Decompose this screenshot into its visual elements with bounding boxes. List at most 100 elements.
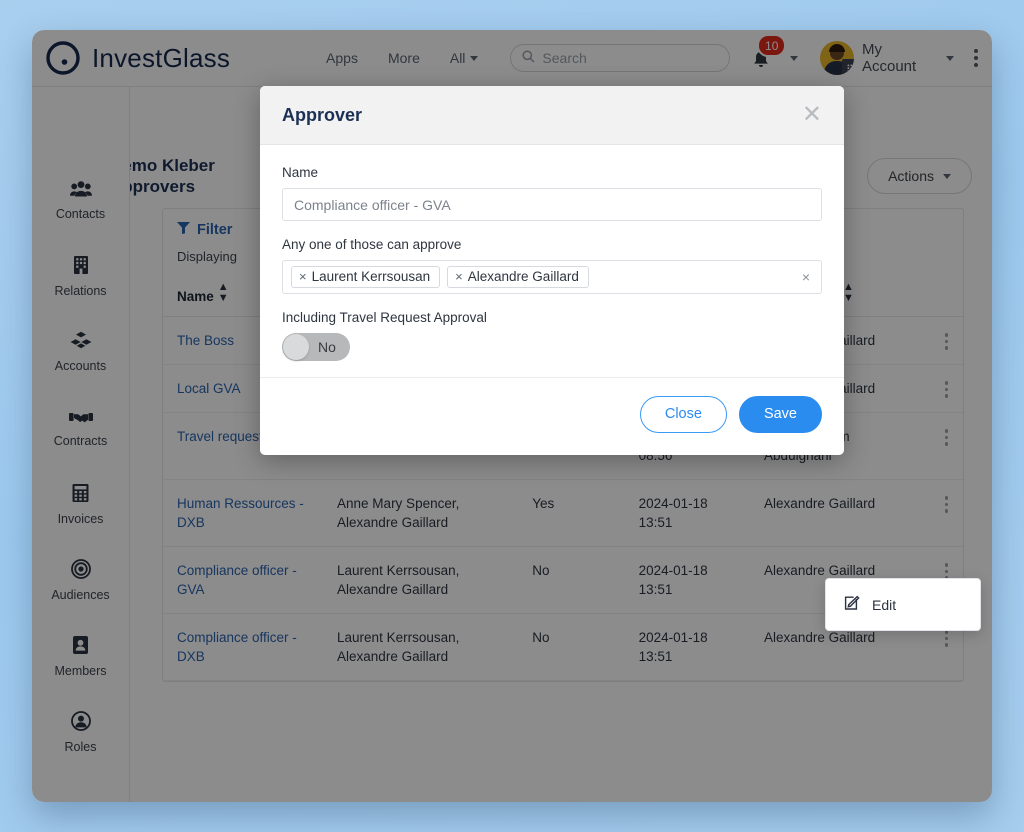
roles-icon xyxy=(71,711,91,731)
cell-travel: No xyxy=(518,547,624,614)
actions-button[interactable]: Actions xyxy=(867,158,972,194)
investglass-logo-icon xyxy=(44,39,82,77)
sidebar-item-roles[interactable]: Roles xyxy=(32,706,129,758)
screenshot-root: InvestGlass Apps More All Search xyxy=(0,0,1024,832)
column-label: Name xyxy=(177,289,214,304)
account-menu[interactable]: My Account xyxy=(820,41,954,75)
close-icon[interactable]: ✕ xyxy=(802,103,822,127)
toggle-state-label: No xyxy=(318,339,336,355)
approvers-field-group: Any one of those can approve × Laurent K… xyxy=(282,237,822,294)
scope-selector-label: All xyxy=(450,50,466,66)
row-overflow-menu-icon[interactable] xyxy=(936,331,957,350)
cell-row-menu[interactable] xyxy=(922,480,963,547)
cell-name[interactable]: Compliance officer - DXB xyxy=(163,614,323,681)
sidebar: Contacts Relations xyxy=(32,86,130,802)
sidebar-item-label: Invoices xyxy=(58,512,104,526)
cell-row-menu[interactable] xyxy=(922,317,963,365)
top-bar: InvestGlass Apps More All Search xyxy=(32,30,992,87)
cell-approvers: Laurent Kerrsousan, Alexandre Gaillard xyxy=(323,547,518,614)
row-context-menu: Edit xyxy=(825,578,981,631)
row-name-link[interactable]: Compliance officer - GVA xyxy=(177,563,297,597)
approver-tag[interactable]: × Laurent Kerrsousan xyxy=(291,266,440,288)
row-name-link[interactable]: Local GVA xyxy=(177,381,241,396)
contracts-icon xyxy=(69,409,93,425)
scope-selector[interactable]: All xyxy=(450,50,479,66)
remove-tag-icon[interactable]: × xyxy=(299,269,307,284)
modal-footer: Close Save xyxy=(260,377,844,455)
browser-window: InvestGlass Apps More All Search xyxy=(32,30,992,802)
toggle-knob xyxy=(283,334,309,360)
cell-row-menu[interactable] xyxy=(922,413,963,480)
approver-tag[interactable]: × Alexandre Gaillard xyxy=(447,266,589,288)
cell-modified: 2024-01-18 13:51 xyxy=(625,480,750,547)
cell-travel: Yes xyxy=(518,480,624,547)
row-name-link[interactable]: Travel request xyxy=(177,429,263,444)
name-input-value: Compliance officer - GVA xyxy=(294,197,451,213)
notifications-button[interactable]: 10 xyxy=(752,44,774,72)
sidebar-item-label: Audiences xyxy=(51,588,109,602)
row-overflow-menu-icon[interactable] xyxy=(936,494,957,513)
nav-item-apps[interactable]: Apps xyxy=(326,50,358,66)
context-menu-item-edit[interactable]: Edit xyxy=(826,591,980,618)
travel-approval-field-group: Including Travel Request Approval No xyxy=(282,310,822,361)
row-name-link[interactable]: Human Ressources - DXB xyxy=(177,496,304,530)
cell-travel: No xyxy=(518,614,624,681)
cell-name[interactable]: Human Ressources - DXB xyxy=(163,480,323,547)
filter-button[interactable]: Filter xyxy=(177,222,232,238)
cell-approvers: Anne Mary Spencer, Alexandre Gaillard xyxy=(323,480,518,547)
approvers-tag-input[interactable]: × Laurent Kerrsousan × Alexandre Gaillar… xyxy=(282,260,822,294)
context-menu-item-label: Edit xyxy=(872,597,896,613)
modal-body: Name Compliance officer - GVA Any one of… xyxy=(260,145,844,361)
nav-item-more[interactable]: More xyxy=(388,50,420,66)
top-overflow-menu-button[interactable] xyxy=(974,49,978,67)
save-button[interactable]: Save xyxy=(739,396,822,433)
audiences-icon xyxy=(71,559,91,579)
sidebar-item-relations[interactable]: Relations xyxy=(32,250,129,302)
remove-tag-icon[interactable]: × xyxy=(455,269,463,284)
cell-modified: 2024-01-18 13:51 xyxy=(625,614,750,681)
cell-name[interactable]: Compliance officer - GVA xyxy=(163,547,323,614)
name-field-group: Name Compliance officer - GVA xyxy=(282,165,822,221)
edit-pencil-icon xyxy=(844,595,860,614)
sidebar-item-contracts[interactable]: Contracts xyxy=(32,402,129,454)
row-name-link[interactable]: Compliance officer - DXB xyxy=(177,630,297,664)
app-logo[interactable]: InvestGlass xyxy=(44,39,230,77)
row-name-link[interactable]: The Boss xyxy=(177,333,234,348)
row-overflow-menu-icon[interactable] xyxy=(936,561,957,580)
sidebar-item-label: Contracts xyxy=(54,434,108,448)
notifications-chevron-down-icon[interactable] xyxy=(790,56,798,61)
row-overflow-menu-icon[interactable] xyxy=(936,379,957,398)
approver-tag-label: Laurent Kerrsousan xyxy=(312,269,431,284)
cell-row-menu[interactable] xyxy=(922,365,963,413)
sidebar-item-label: Roles xyxy=(65,740,97,754)
sidebar-item-invoices[interactable]: Invoices xyxy=(32,478,129,530)
travel-approval-toggle[interactable]: No xyxy=(282,333,350,361)
chevron-down-icon xyxy=(470,56,478,61)
relations-icon xyxy=(72,255,90,275)
search-icon xyxy=(522,50,535,66)
row-overflow-menu-icon[interactable] xyxy=(936,427,957,446)
table-row[interactable]: Human Ressources - DXB Anne Mary Spencer… xyxy=(163,480,963,547)
travel-approval-label: Including Travel Request Approval xyxy=(282,310,822,325)
sidebar-item-audiences[interactable]: Audiences xyxy=(32,554,129,606)
search-input[interactable]: Search xyxy=(510,44,730,72)
name-input[interactable]: Compliance officer - GVA xyxy=(282,188,822,221)
brand-name: InvestGlass xyxy=(92,43,230,74)
sidebar-item-members[interactable]: Members xyxy=(32,630,129,682)
modal-header: Approver ✕ xyxy=(260,86,844,145)
close-button[interactable]: Close xyxy=(640,396,727,433)
modal-title: Approver xyxy=(282,105,362,126)
sidebar-item-accounts[interactable]: Accounts xyxy=(32,326,129,378)
sidebar-item-contacts[interactable]: Contacts xyxy=(32,174,129,226)
sort-arrows-icon: ▲▼ xyxy=(843,282,854,304)
avatar xyxy=(820,41,854,75)
contacts-icon xyxy=(70,180,92,198)
search-placeholder-text: Search xyxy=(542,50,586,66)
approvers-field-label: Any one of those can approve xyxy=(282,237,822,252)
clear-all-tags-icon[interactable]: × xyxy=(802,269,810,285)
bell-icon xyxy=(752,57,770,74)
members-icon xyxy=(72,635,89,655)
actions-button-label: Actions xyxy=(888,168,934,184)
cell-approvers: Laurent Kerrsousan, Alexandre Gaillard xyxy=(323,614,518,681)
top-navigation: Apps More All xyxy=(326,50,478,66)
